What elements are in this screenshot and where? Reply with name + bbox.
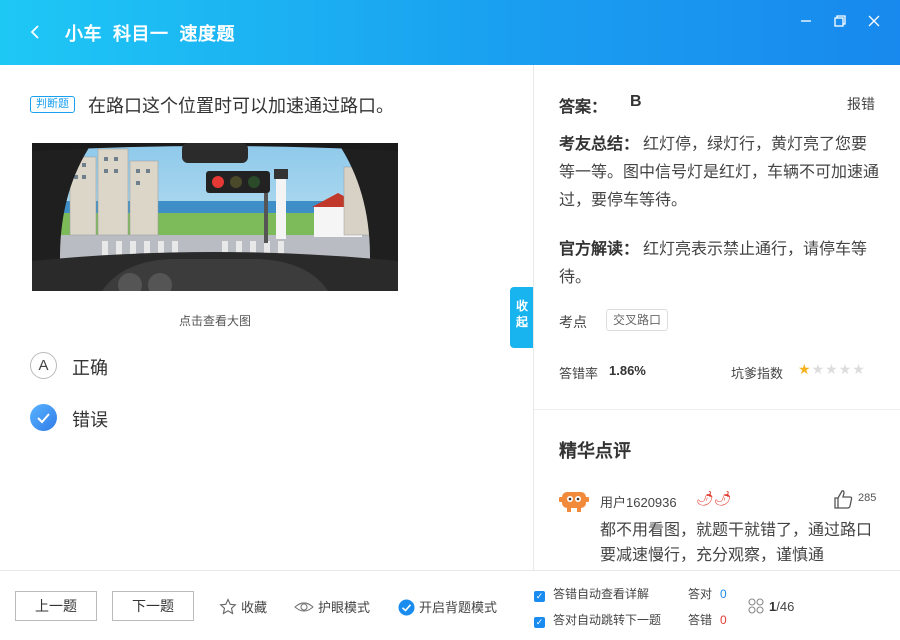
star-empty-icon: ★	[811, 361, 826, 377]
question-text: 在路口这个位置时可以加速通过路口。	[88, 96, 394, 116]
correct-count-stat: 答对 0	[688, 585, 727, 602]
star-empty-icon: ★	[825, 361, 839, 377]
memorize-mode-label: 开启背题模式	[419, 600, 498, 615]
error-rate-value: 1.86%	[609, 363, 646, 378]
user-avatar-icon	[559, 492, 589, 512]
chevron-left-icon	[30, 25, 39, 39]
option-b-text: 错误	[72, 410, 108, 430]
auto-next-label: 答对自动跳转下一题	[553, 613, 662, 627]
view-large-image-link[interactable]: 点击查看大图	[32, 312, 398, 329]
option-a-text: 正确	[72, 358, 108, 378]
close-button[interactable]	[863, 10, 885, 32]
comment-username[interactable]: 用户1620936	[600, 492, 677, 511]
answer-panel: 答案： B 报错 考友总结： 红灯停，绿灯行，黄灯亮了您要等一等。图中信号灯是红灯…	[533, 65, 900, 570]
comment-text: 都不用看图，就题干就错了，通过路口要减速慢行，充分观察，谨慎通	[600, 522, 873, 564]
close-icon	[868, 15, 880, 27]
favorite-button[interactable]: 收藏	[219, 597, 267, 616]
comments-title: 精华点评	[559, 441, 631, 461]
checkbox-checked-icon: ✓	[534, 617, 545, 628]
correct-label: 答对	[688, 587, 713, 601]
section-divider	[534, 409, 900, 410]
official-label: 官方解读：	[559, 241, 640, 258]
wrong-label: 答错	[688, 613, 713, 627]
star-outline-icon	[219, 598, 237, 615]
option-a[interactable]: A 正确	[30, 352, 150, 380]
minimize-button[interactable]	[795, 10, 817, 32]
page-total: /46	[776, 599, 795, 614]
collapse-panel-tab[interactable]: 收起	[510, 287, 534, 348]
keypoint-label: 考点	[559, 314, 587, 330]
intersection-scene-image	[32, 143, 398, 291]
chili-pepper-icon: 🌶🌶	[696, 490, 732, 506]
checkbox-checked-icon: ✓	[534, 591, 545, 602]
question-type-badge: 判断题	[30, 96, 75, 113]
option-b[interactable]: 错误	[30, 404, 150, 432]
bottom-toolbar: 上一题 下一题 收藏 护眼模式 开启背题模式 ✓ 答错自动查看详解 ✓ 答对自动跳转…	[0, 570, 900, 640]
auto-detail-label: 答错自动查看详解	[553, 587, 650, 601]
keypoint-tag[interactable]: 交叉路口	[606, 309, 669, 331]
official-block: 官方解读： 红灯亮表示禁止通行，请停车等待。	[559, 236, 879, 292]
wrong-count: 0	[720, 613, 727, 627]
grid-icon	[748, 598, 764, 614]
checkmark-icon	[30, 404, 57, 431]
memorize-mode-toggle[interactable]: 开启背题模式	[398, 597, 497, 616]
report-error-button[interactable]: 报错	[847, 94, 875, 114]
auto-next-checkbox[interactable]: ✓ 答对自动跳转下一题	[534, 611, 661, 628]
question-grid-button[interactable]: 1/46	[748, 598, 794, 614]
answer-label: 答案：	[559, 99, 608, 116]
like-count: 285	[858, 492, 877, 504]
collapse-tab-label: 收起	[515, 299, 528, 329]
option-a-letter: A	[30, 352, 57, 379]
star-empty-icon: ★	[852, 361, 866, 377]
thumbs-up-icon[interactable]	[832, 488, 854, 510]
eye-icon	[294, 602, 314, 612]
summary-block: 考友总结： 红灯停，绿灯行，黄灯亮了您要等一等。图中信号灯是红灯，车辆不可加速通过…	[559, 131, 879, 215]
summary-label: 考友总结：	[559, 136, 640, 153]
back-button[interactable]	[24, 20, 48, 44]
next-question-button[interactable]: 下一题	[112, 591, 194, 621]
prev-question-button[interactable]: 上一题	[15, 591, 97, 621]
minimize-icon	[801, 20, 811, 22]
check-circle-icon	[398, 599, 415, 616]
star-filled-icon: ★	[798, 361, 812, 377]
pit-index-label: 坑爹指数	[731, 366, 784, 381]
star-empty-icon: ★	[838, 361, 853, 377]
error-rate-label: 答错率	[559, 366, 599, 381]
restore-icon	[834, 15, 846, 27]
question-image[interactable]	[32, 143, 398, 291]
correct-count: 0	[720, 587, 727, 601]
auto-detail-checkbox[interactable]: ✓ 答错自动查看详解	[534, 585, 649, 602]
pit-index-stars: ★★★★★	[798, 361, 866, 378]
title-bar: 小车 科目一 速度题	[0, 0, 900, 65]
question-panel: 判断题 在路口这个位置时可以加速通过路口。 点击查看大图 A 正确 错误	[0, 65, 533, 570]
page-title: 小车 科目一 速度题	[65, 24, 236, 44]
eye-mode-button[interactable]: 护眼模式	[294, 597, 370, 616]
restore-button[interactable]	[829, 10, 851, 32]
wrong-count-stat: 答错 0	[688, 611, 727, 628]
favorite-label: 收藏	[241, 600, 268, 615]
eye-mode-label: 护眼模式	[318, 600, 371, 615]
answer-value: B	[630, 93, 642, 110]
